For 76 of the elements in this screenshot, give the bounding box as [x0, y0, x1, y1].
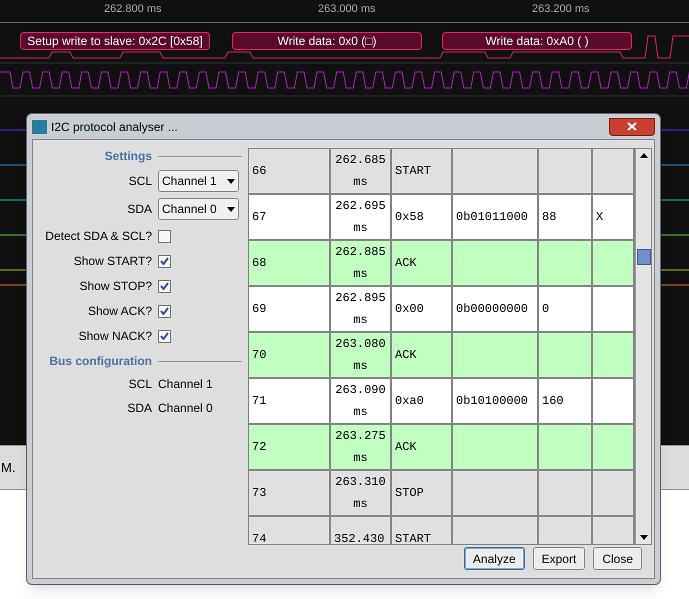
checkbox-label: Show START? [72, 253, 152, 270]
table-cell: 88 [539, 195, 593, 239]
table-cell: 0b00000000 [453, 287, 539, 331]
table-cell: 262.895 ms [331, 287, 392, 331]
caret-icon [227, 206, 235, 212]
checkbox-label: Show STOP? [78, 278, 152, 295]
dialog-button[interactable]: Close [593, 547, 642, 570]
close-button[interactable] [609, 118, 655, 136]
window-title: I2C protocol analyser ... [51, 118, 178, 136]
checkbox-label: Detect SDA & SCL? [44, 228, 152, 245]
table-cell: 70 [249, 333, 331, 377]
table-row[interactable]: 74 352.430 START [249, 517, 635, 544]
channel-dropdown[interactable]: Channel 0 [158, 198, 239, 220]
table-cell: 352.430 [331, 517, 392, 544]
protocol-annotation: Setup write to slave: 0x2C [0x58] [20, 32, 210, 50]
channel-dropdown[interactable]: Channel 1 [158, 170, 239, 192]
table-cell: 0b10100000 [453, 379, 539, 423]
table-cell: 0x00 [392, 287, 453, 331]
table-cell: START [392, 517, 453, 544]
table-cell: 71 [249, 379, 331, 423]
checkbox[interactable] [158, 254, 171, 268]
close-icon [627, 122, 637, 131]
table-cell: 263.080 ms [331, 333, 392, 377]
checkbox[interactable] [158, 280, 171, 292]
scrollbar[interactable] [635, 149, 651, 544]
checkbox[interactable] [158, 230, 171, 242]
table-cell: 0b01011000 [453, 195, 539, 239]
table-cell: 262.885 ms [331, 241, 392, 285]
table-cell: 263.310 ms [331, 471, 392, 515]
time-label: 263.200 ms [532, 2, 590, 17]
protocol-annotation: Write data: 0x0 (□) [232, 32, 422, 50]
table-cell: 74 [249, 517, 331, 544]
checkbox-label: Show ACK? [86, 303, 152, 320]
section-heading: Settings [104, 148, 152, 165]
background-text: M. [1, 458, 16, 477]
table-cell: 0 [539, 287, 593, 331]
check-icon [160, 282, 169, 290]
section-heading: Bus configuration [48, 353, 152, 370]
check-icon [160, 257, 169, 265]
table-cell: 160 [539, 379, 593, 423]
field-label: SDA [126, 400, 152, 417]
table-cell: ACK [392, 425, 453, 469]
table-cell: 66 [249, 149, 331, 193]
table-cell: 68 [249, 241, 331, 285]
time-label: 263.000 ms [318, 2, 376, 17]
dialog-button[interactable]: Analyze [464, 547, 525, 570]
table-cell: 72 [249, 425, 331, 469]
table-cell: ACK [392, 241, 453, 285]
check-icon [160, 307, 169, 315]
table-cell: 67 [249, 195, 331, 239]
checkbox[interactable] [158, 330, 171, 342]
field-label: SDA [126, 201, 152, 218]
table-cell: 0xa0 [392, 379, 453, 423]
checkbox-label: Show NACK? [78, 328, 152, 345]
check-icon [160, 332, 169, 340]
field-value: Channel 0 [158, 400, 213, 417]
table-cell: 73 [249, 471, 331, 515]
dialog-button[interactable]: Export [532, 547, 586, 570]
table-cell: 262.695 ms [331, 195, 392, 239]
app-icon [32, 120, 47, 134]
field-label: SCL [128, 173, 152, 190]
field-label: SCL [128, 376, 152, 393]
table-cell: ACK [392, 333, 453, 377]
scroll-thumb[interactable] [636, 249, 650, 265]
table-cell: START [392, 149, 453, 193]
caret-icon [227, 178, 235, 184]
table-cell: 0x58 [392, 195, 453, 239]
checkbox[interactable] [158, 304, 171, 318]
table-cell: 262.685 ms [331, 149, 392, 193]
table-cell: STOP [392, 471, 453, 515]
table-cell: 263.090 ms [331, 379, 392, 423]
field-value: Channel 1 [158, 376, 213, 393]
protocol-annotation: Write data: 0xA0 ( ) [442, 32, 632, 50]
table-cell: 69 [249, 287, 331, 331]
time-label: 262.800 ms [104, 2, 162, 17]
table-cell: 263.275 ms [331, 425, 392, 469]
